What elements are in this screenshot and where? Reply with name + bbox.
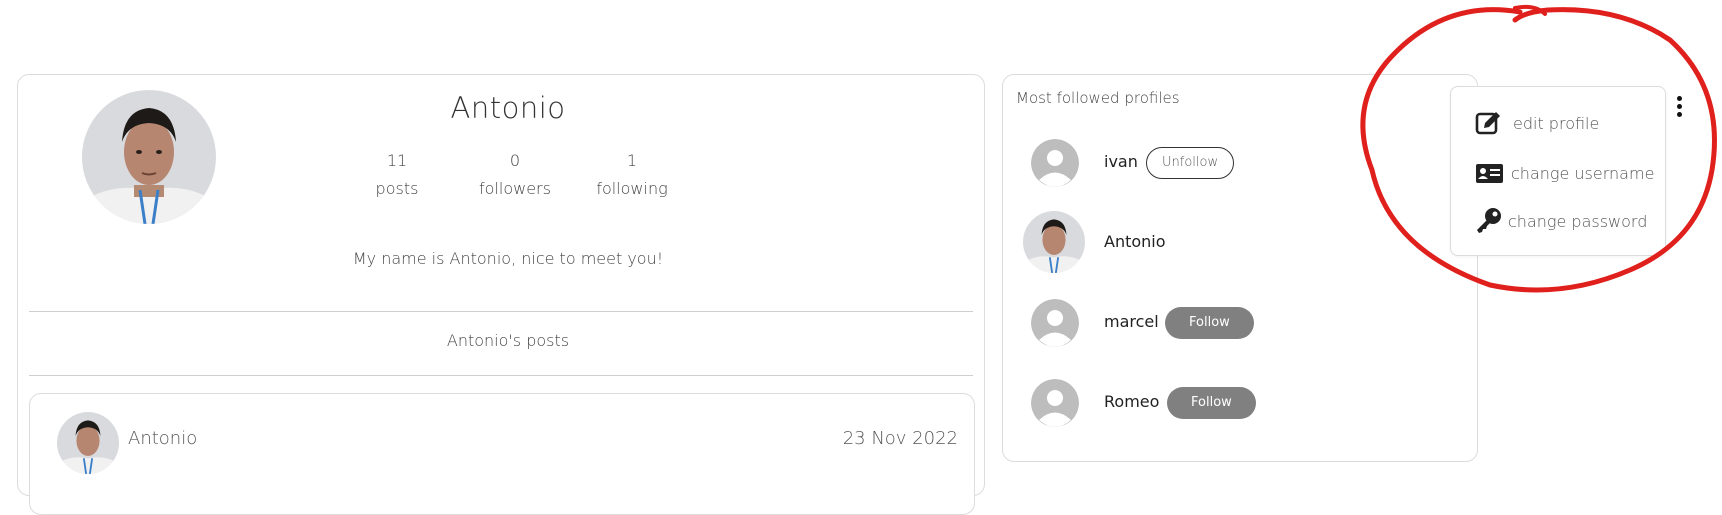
user-avatar[interactable]: [1023, 211, 1085, 273]
most-followed-card: Most followed profiles ivan Unfollow Ant…: [1002, 74, 1478, 462]
unfollow-button[interactable]: Unfollow: [1146, 147, 1235, 179]
most-followed-title: Most followed profiles: [1016, 89, 1180, 107]
stat-followers: 0 followers: [460, 151, 570, 199]
default-avatar-icon[interactable]: [1031, 379, 1079, 427]
follow-button[interactable]: Follow: [1165, 307, 1254, 339]
post-author-avatar[interactable]: [57, 412, 119, 474]
followed-row-ivan: ivan Unfollow: [1003, 139, 1477, 201]
default-avatar-icon[interactable]: [1031, 139, 1079, 187]
followed-row-antonio: Antonio: [1003, 211, 1477, 281]
profile-card: Antonio 11 posts 0 followers 1 following…: [17, 74, 985, 515]
menu-item-label: change username: [1511, 164, 1655, 183]
follow-button[interactable]: Follow: [1167, 387, 1256, 419]
kebab-menu-icon[interactable]: [1673, 96, 1685, 120]
stat-following-value: 1: [626, 151, 638, 170]
stat-following-label: following: [596, 179, 668, 198]
id-card-icon: [1475, 159, 1503, 187]
post-date: 23 Nov 2022: [842, 428, 958, 449]
post-author-name[interactable]: Antonio: [128, 428, 197, 449]
menu-item-label: change password: [1508, 212, 1648, 231]
followed-user-name[interactable]: ivan: [1104, 152, 1138, 171]
menu-item-change-username[interactable]: change username: [1475, 159, 1665, 189]
followed-row-romeo: Romeo Follow: [1003, 379, 1477, 441]
key-icon: [1475, 207, 1503, 235]
menu-item-edit-profile[interactable]: edit profile: [1475, 109, 1655, 139]
stat-posts-label: posts: [375, 179, 419, 198]
stat-following: 1 following: [577, 151, 687, 199]
menu-item-label: edit profile: [1513, 114, 1600, 133]
menu-item-change-password[interactable]: change password: [1475, 207, 1655, 237]
profile-username: Antonio: [450, 91, 566, 125]
profile-options-menu: edit profile change username change pass…: [1450, 86, 1666, 256]
stat-followers-value: 0: [509, 151, 521, 170]
stat-followers-label: followers: [479, 179, 551, 198]
post-card[interactable]: Antonio 23 Nov 2022: [29, 393, 975, 515]
followed-row-marcel: marcel Follow: [1003, 299, 1477, 361]
profile-bio: My name is Antonio, nice to meet you!: [352, 249, 664, 268]
edit-icon: [1475, 109, 1503, 137]
followed-user-name[interactable]: marcel: [1104, 312, 1159, 331]
followed-user-name[interactable]: Antonio: [1104, 232, 1166, 251]
divider: [29, 375, 973, 376]
stat-posts: 11 posts: [342, 151, 452, 199]
default-avatar-icon[interactable]: [1031, 299, 1079, 347]
divider: [29, 311, 973, 312]
posts-heading: Antonio's posts: [446, 331, 570, 350]
followed-user-name[interactable]: Romeo: [1104, 392, 1159, 411]
stat-posts-value: 11: [386, 151, 408, 170]
profile-avatar: [82, 90, 216, 224]
